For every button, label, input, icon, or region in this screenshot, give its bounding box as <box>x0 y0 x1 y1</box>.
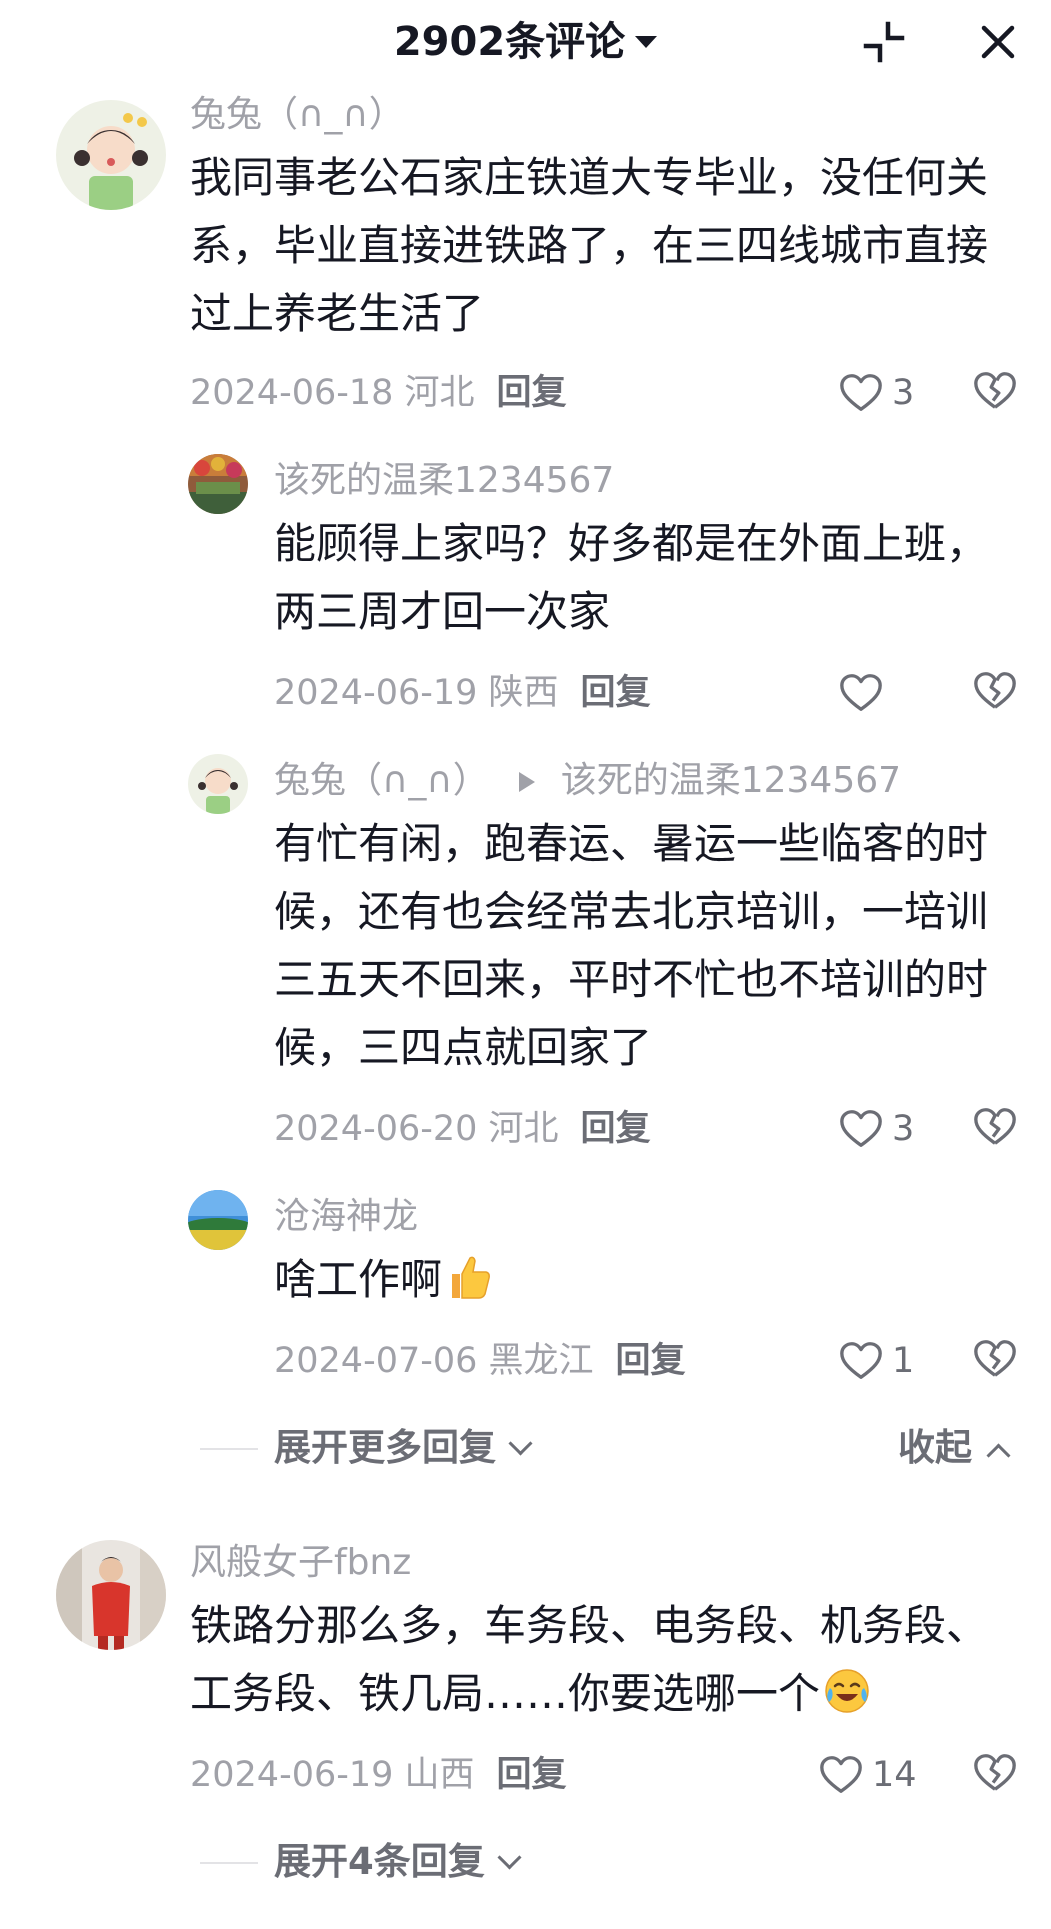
chevron-down-icon <box>508 1431 533 1456</box>
reply-to-username[interactable]: 该死的温柔1234567 <box>561 760 901 801</box>
expand-more-replies-button[interactable]: 展开更多回复 <box>274 1424 533 1472</box>
expand-replies-button[interactable]: 展开4条回复 <box>274 1838 522 1886</box>
broken-heart-icon <box>974 672 1016 709</box>
heart-outline-icon <box>840 674 882 711</box>
chevron-up-icon <box>986 1443 1011 1468</box>
heart-outline-icon <box>820 1756 862 1793</box>
like-count: 1 <box>892 1341 915 1381</box>
reply-meta: 2024-06-19 陕西 回复 <box>274 670 651 716</box>
caret-down-icon <box>635 36 658 48</box>
broken-heart-icon <box>974 1108 1016 1145</box>
thumbs-up-emoji <box>444 1252 494 1302</box>
expand-label: 展开4条回复 <box>274 1840 485 1883</box>
laughing-tears-emoji <box>822 1666 872 1716</box>
comment-text: 铁路分那么多，车务段、电务段、机务段、工务段、铁几局……你要选哪一个 <box>190 1592 1020 1728</box>
heart-outline-icon <box>840 374 882 411</box>
reply-text: 啥工作啊 <box>274 1246 994 1314</box>
avatar[interactable] <box>188 1190 248 1250</box>
reply-to-arrow-icon <box>518 772 535 792</box>
broken-heart-icon <box>974 372 1016 409</box>
comment-username[interactable]: 风般女子fbnz <box>190 1540 411 1586</box>
reply-username[interactable]: 沧海神龙 <box>274 1194 418 1240</box>
avatar[interactable] <box>56 1540 166 1650</box>
reply-date-location: 2024-06-19 陕西 <box>274 673 559 713</box>
reply-text-content: 啥工作啊 <box>274 1255 443 1304</box>
avatar[interactable] <box>188 754 248 814</box>
expand-label: 展开更多回复 <box>274 1426 496 1469</box>
reply-button[interactable]: 回复 <box>616 1341 686 1381</box>
reply-date-location: 2024-07-06 黑龙江 <box>274 1341 594 1381</box>
comment-meta: 2024-06-18 河北 回复 <box>190 370 567 416</box>
like-button[interactable]: 3 <box>838 368 914 418</box>
reply-meta: 2024-07-06 黑龙江 回复 <box>274 1338 686 1384</box>
reply-username[interactable]: 该死的温柔1234567 <box>274 458 614 504</box>
like-button[interactable]: 1 <box>838 1336 914 1386</box>
divider <box>200 1862 258 1864</box>
comments-header: 2902条评论 <box>0 0 1051 86</box>
minimize-icon[interactable] <box>860 18 908 66</box>
reply-header: 兔兔（∩_∩） 该死的温柔1234567 <box>274 758 901 804</box>
avatar[interactable] <box>188 454 248 514</box>
comment-username[interactable]: 兔兔（∩_∩） <box>190 92 405 138</box>
reply-button[interactable]: 回复 <box>581 673 651 713</box>
dislike-button[interactable] <box>972 668 1018 714</box>
reply-text: 有忙有闲，跑春运、暑运一些临客的时候，还有也会经常去北京培训，一培训三五天不回来… <box>274 819 989 1072</box>
comment-text: 我同事老公石家庄铁道大专毕业，没任何关系，毕业直接进铁路了，在三四线城市直接过上… <box>190 153 989 338</box>
like-button[interactable]: 14 <box>818 1750 917 1800</box>
reply-button[interactable]: 回复 <box>497 373 567 413</box>
like-count: 14 <box>872 1755 917 1795</box>
dislike-button[interactable] <box>972 1750 1018 1796</box>
collapse-replies-button[interactable]: 收起 <box>898 1424 1011 1472</box>
dislike-button[interactable] <box>972 1104 1018 1150</box>
broken-heart-icon <box>974 1754 1016 1791</box>
reply-button[interactable]: 回复 <box>497 1755 567 1795</box>
like-count: 3 <box>892 1109 915 1149</box>
reply-username[interactable]: 兔兔（∩_∩） <box>274 760 489 801</box>
reply-text: 能顾得上家吗？好多都是在外面上班，两三周才回一次家 <box>274 519 989 636</box>
comment-count-title: 2902条评论 <box>393 19 626 65</box>
comment-date-location: 2024-06-18 河北 <box>190 373 475 413</box>
like-button[interactable]: 3 <box>838 1104 914 1154</box>
reply-button[interactable]: 回复 <box>581 1109 651 1149</box>
like-count: 3 <box>892 373 915 413</box>
reply-date-location: 2024-06-20 河北 <box>274 1109 559 1149</box>
reply-meta: 2024-06-20 河北 回复 <box>274 1106 651 1152</box>
dislike-button[interactable] <box>972 1336 1018 1382</box>
broken-heart-icon <box>974 1340 1016 1377</box>
collapse-label: 收起 <box>898 1426 972 1469</box>
chevron-down-icon <box>497 1845 522 1870</box>
like-button[interactable] <box>838 668 892 718</box>
heart-outline-icon <box>840 1110 882 1147</box>
avatar[interactable] <box>56 100 166 210</box>
dislike-button[interactable] <box>972 368 1018 414</box>
heart-outline-icon <box>840 1342 882 1379</box>
close-icon[interactable] <box>974 18 1022 66</box>
divider <box>200 1448 258 1450</box>
comment-meta: 2024-06-19 山西 回复 <box>190 1752 567 1798</box>
comment-date-location: 2024-06-19 山西 <box>190 1755 475 1795</box>
